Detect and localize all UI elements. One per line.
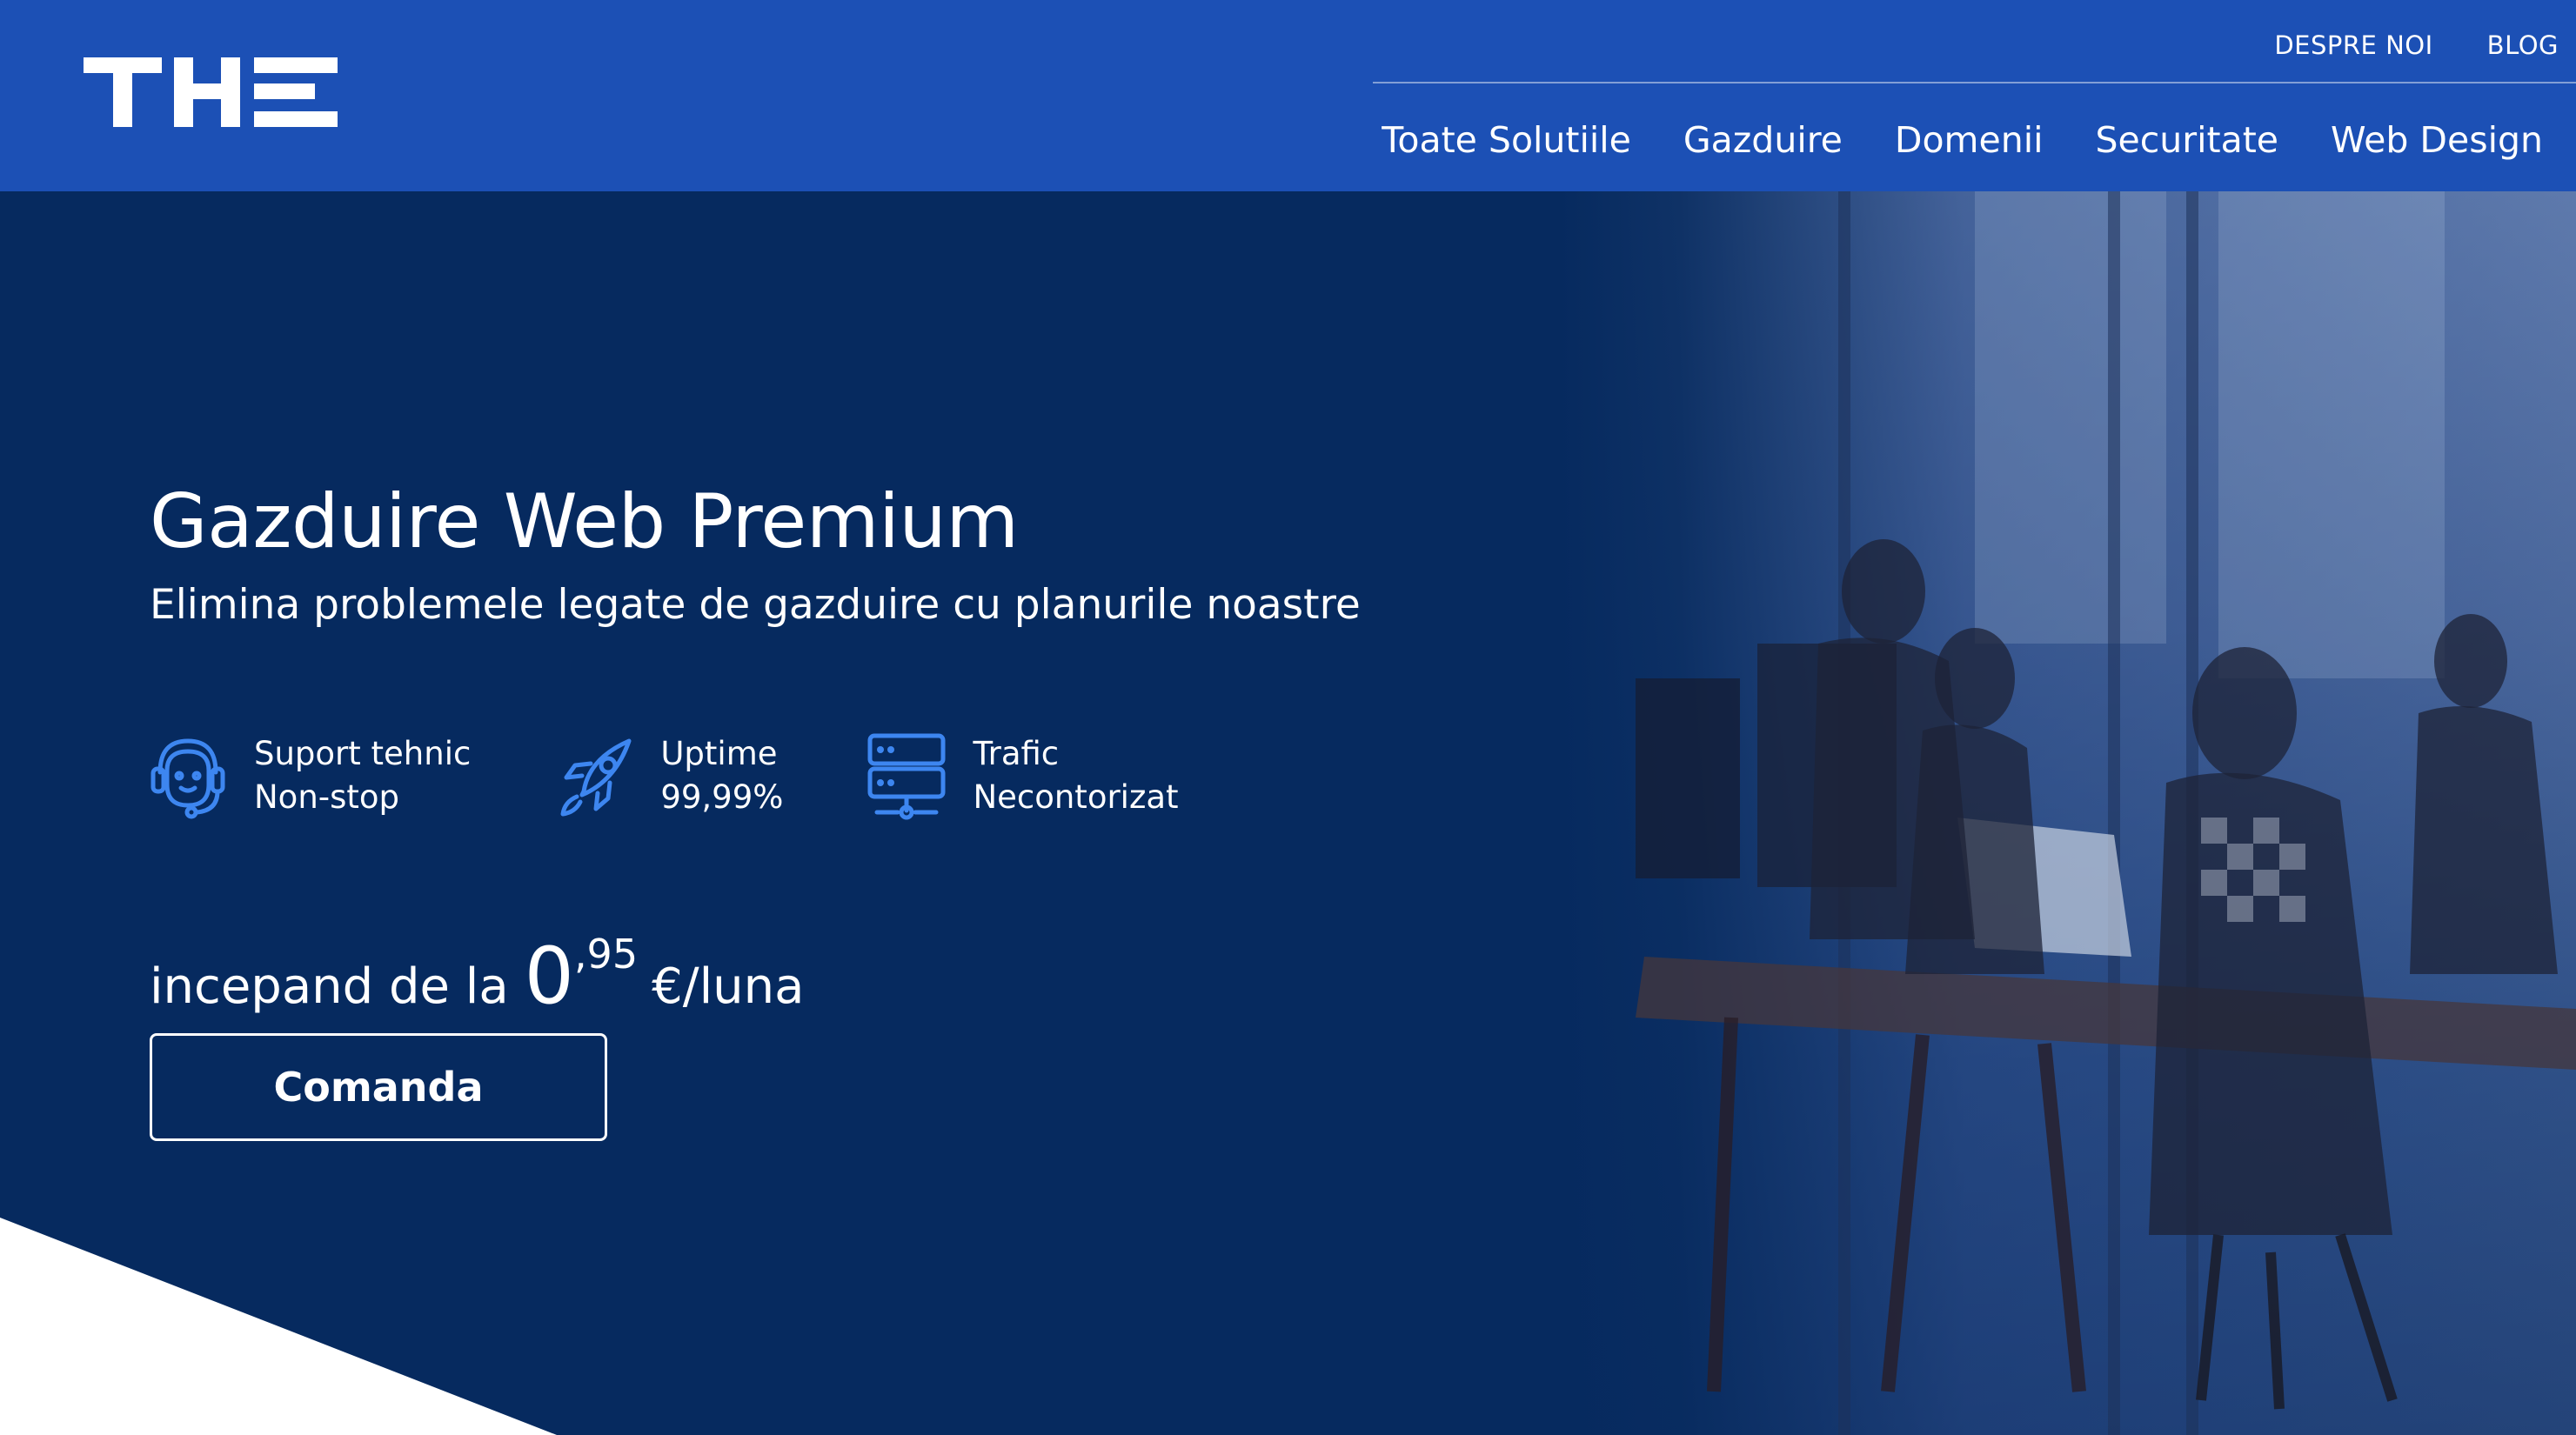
- hero-section: Gazduire Web Premium Elimina problemele …: [0, 191, 2576, 1435]
- hero-subtitle: Elimina problemele legate de gazduire cu…: [150, 581, 1361, 629]
- price-unit: €/luna: [652, 958, 805, 1015]
- thc-logo[interactable]: [84, 57, 338, 130]
- nav-item-domenii[interactable]: Domenii: [1895, 119, 2044, 161]
- feature-traffic-text: Trafic Necontorizat: [973, 732, 1178, 819]
- feature-uptime-line2: 99,99%: [660, 778, 784, 816]
- feature-uptime: Uptime 99,99%: [554, 731, 783, 821]
- price-integer: 0: [524, 931, 574, 1022]
- server-icon: [867, 733, 946, 820]
- rocket-icon: [560, 738, 632, 817]
- office-scene-illustration: [1636, 191, 2576, 1435]
- nav-item-toate-solutiile[interactable]: Toate Solutiile: [1382, 119, 1631, 161]
- decorative-white-wedge: [0, 1218, 557, 1435]
- top-link-blog[interactable]: BLOG: [2487, 30, 2559, 60]
- hero-office-photo: [1557, 191, 2576, 1435]
- feature-uptime-text: Uptime 99,99%: [660, 732, 783, 819]
- feature-traffic-line2: Necontorizat: [973, 778, 1179, 816]
- feature-support-line2: Non-stop: [254, 778, 400, 816]
- main-nav: Toate Solutiile Gazduire Domenii Securit…: [1382, 110, 2543, 170]
- headset-support-icon: [151, 738, 225, 819]
- site-header: DESPRE NOI BLOG Toate Solutiile Gazduire…: [0, 0, 2576, 191]
- nav-item-gazduire[interactable]: Gazduire: [1683, 119, 1843, 161]
- nav-item-web-design[interactable]: Web Design: [2331, 119, 2543, 161]
- feature-traffic: Trafic Necontorizat: [866, 731, 1179, 821]
- feature-traffic-line1: Trafic: [973, 735, 1060, 772]
- order-button[interactable]: Comanda: [150, 1033, 607, 1141]
- header-divider: [1373, 82, 2576, 83]
- hero-text-block: Gazduire Web Premium Elimina problemele …: [150, 478, 1361, 629]
- feature-support-text: Suport tehnic Non-stop: [254, 732, 471, 819]
- feature-support-line1: Suport tehnic: [254, 735, 472, 772]
- feature-support: Suport tehnic Non-stop: [148, 731, 471, 821]
- price-line: incepand de la 0 ,95 €/luna: [150, 931, 804, 1022]
- feature-list: Suport tehnic Non-stop Uptime 99,99% Tra…: [148, 731, 1262, 821]
- nav-item-securitate[interactable]: Securitate: [2095, 119, 2278, 161]
- price-decimal: ,95: [573, 931, 639, 978]
- feature-uptime-line1: Uptime: [660, 735, 778, 772]
- top-link-despre-noi[interactable]: DESPRE NOI: [2274, 30, 2432, 60]
- price-prefix: incepand de la: [150, 958, 509, 1015]
- hero-title: Gazduire Web Premium: [150, 478, 1019, 565]
- top-links: DESPRE NOI BLOG: [2274, 21, 2559, 70]
